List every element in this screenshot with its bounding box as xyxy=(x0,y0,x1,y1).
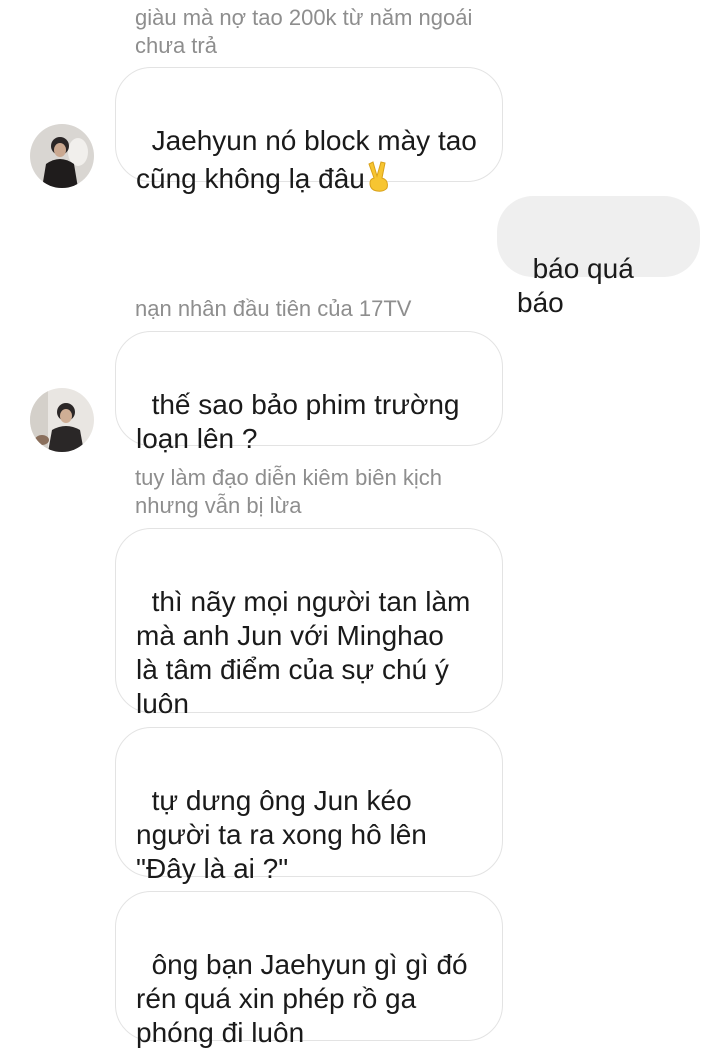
message-text: thế sao bảo phim trường loạn lên ? xyxy=(136,389,460,454)
sender-name: nạn nhân đầu tiên của 17TV xyxy=(135,296,412,321)
outgoing-message-bubble[interactable]: báo quá báo xyxy=(497,196,700,318)
message-text: ông bạn Jaehyun gì gì đó rén quá xin phé… xyxy=(136,949,468,1048)
victory-hand-icon xyxy=(365,158,393,200)
message-bubble[interactable]: tự dưng ông Jun kéo người ta ra xong hô … xyxy=(115,727,503,884)
avatar-photo-icon xyxy=(30,124,94,188)
sender-avatar[interactable] xyxy=(30,388,94,452)
message-text: Jaehyun nó block mày tao cũng không lạ đ… xyxy=(136,125,477,194)
message-bubble[interactable]: Jaehyun nó block mày tao cũng không lạ đ… xyxy=(115,67,503,194)
message-bubble[interactable]: ông bạn Jaehyun gì gì đó rén quá xin phé… xyxy=(115,891,503,1048)
message-text: thì nãy mọi người tan làm mà anh Jun với… xyxy=(136,586,471,719)
sender-name: giàu mà nợ tao 200k từ năm ngoái chưa tr… xyxy=(135,5,473,58)
sender-name: tuy làm đạo diễn kiêm biên kịch nhưng vẫ… xyxy=(135,465,442,518)
sender-avatar[interactable] xyxy=(30,124,94,188)
avatar-photo-icon xyxy=(30,388,94,452)
message-text: báo quá báo xyxy=(517,253,642,318)
message-text: tự dưng ông Jun kéo người ta ra xong hô … xyxy=(136,785,427,884)
message-bubble[interactable]: thì nãy mọi người tan làm mà anh Jun với… xyxy=(115,528,503,719)
message-bubble[interactable]: thế sao bảo phim trường loạn lên ? xyxy=(115,331,503,454)
